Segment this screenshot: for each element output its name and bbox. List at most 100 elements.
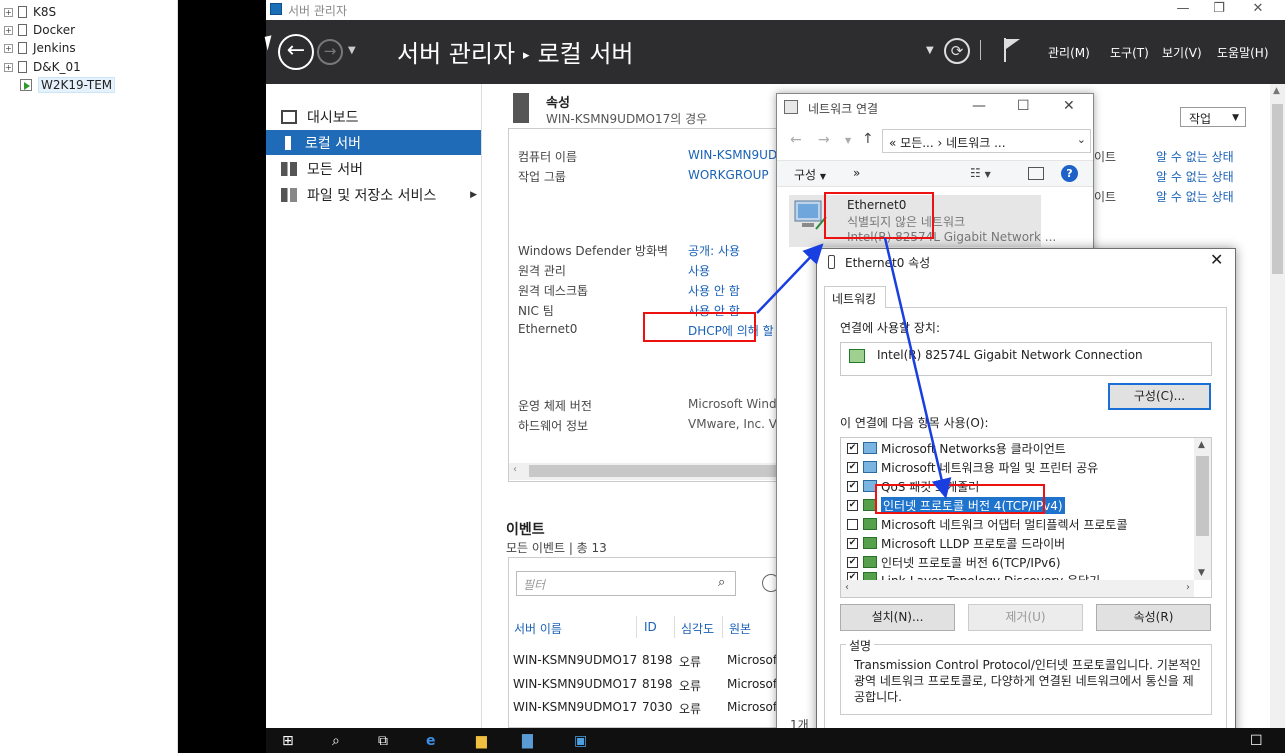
start-icon[interactable]: ⊞: [282, 733, 294, 749]
properties-button[interactable]: 속성(R): [1096, 604, 1211, 631]
device-name: Intel(R) 82574L Gigabit Network Connecti…: [877, 348, 1143, 362]
menu-help[interactable]: 도움말(H): [1217, 44, 1269, 61]
tasks-button[interactable]: 작업 ▼: [1180, 107, 1246, 127]
servers-icon: [281, 161, 297, 176]
scroll-thumb[interactable]: [1272, 104, 1283, 274]
prop-value-remote-mgmt[interactable]: 사용: [688, 262, 710, 279]
component-item[interactable]: ✔ Microsoft 네트워크용 파일 및 프린터 공유: [847, 458, 1098, 476]
menu-tools[interactable]: 도구(T): [1110, 44, 1149, 61]
prop-value-remote-desktop[interactable]: 사용 안 함: [688, 282, 740, 299]
folder-icon: [18, 6, 27, 18]
expand-icon[interactable]: +: [4, 25, 13, 35]
help-icon[interactable]: ?: [1061, 165, 1078, 182]
events-col-severity[interactable]: 심각도: [681, 620, 714, 637]
tree-item-jenkins[interactable]: + Jenkins: [4, 39, 76, 57]
nc-up-icon[interactable]: ↑: [862, 131, 874, 147]
checkbox[interactable]: ✔: [847, 572, 858, 580]
components-hscrollbar[interactable]: ‹ ›: [841, 580, 1194, 597]
checkbox[interactable]: ✔: [847, 442, 858, 454]
scroll-up-icon[interactable]: ▲: [1198, 440, 1205, 450]
nav-file-storage[interactable]: 파일 및 저장소 서비스 ▶: [266, 182, 481, 207]
preview-pane-icon[interactable]: [1028, 167, 1044, 180]
nc-back-icon[interactable]: ←: [790, 132, 802, 148]
notifications-flag-icon[interactable]: [1002, 38, 1022, 62]
back-button[interactable]: ←: [278, 34, 314, 70]
search-icon[interactable]: ⌕: [718, 575, 725, 590]
nav-all-servers[interactable]: 모든 서버: [266, 156, 481, 181]
checkbox[interactable]: ✔: [847, 499, 858, 511]
prop-right-status[interactable]: 알 수 없는 상태: [1156, 188, 1234, 205]
nc-forward-icon[interactable]: →: [818, 132, 830, 148]
server-manager-taskbar-icon[interactable]: ▇: [522, 733, 533, 749]
nc-history-icon[interactable]: ▼: [845, 136, 851, 145]
expand-icon[interactable]: +: [4, 62, 13, 72]
nc-maximize-button[interactable]: ☐: [1017, 98, 1030, 114]
nc-organize-menu[interactable]: 구성 ▼: [794, 166, 826, 183]
nc-address-bar[interactable]: « 모든... › 네트워크 ... ⌄: [882, 129, 1091, 153]
scroll-left-icon[interactable]: ‹: [845, 582, 849, 593]
prop-value-workgroup[interactable]: WORKGROUP: [688, 168, 769, 182]
scroll-thumb[interactable]: [529, 465, 777, 477]
checkbox[interactable]: ✔: [847, 556, 858, 568]
tab-networking[interactable]: 네트워킹: [824, 286, 886, 308]
events-col-server[interactable]: 서버 이름: [514, 620, 562, 637]
history-dropdown-icon[interactable]: ▼: [348, 45, 356, 56]
expand-icon[interactable]: +: [4, 7, 13, 17]
minimize-button[interactable]: —: [1168, 0, 1198, 20]
uninstall-button[interactable]: 제거(U): [968, 604, 1083, 631]
menu-view[interactable]: 보기(V): [1162, 44, 1202, 61]
nav-local-server[interactable]: 로컬 서버: [266, 130, 481, 155]
prop-right-status[interactable]: 알 수 없는 상태: [1156, 148, 1234, 165]
checkbox[interactable]: [847, 518, 858, 530]
close-button[interactable]: ✕: [1243, 0, 1273, 20]
component-item[interactable]: ✔ Microsoft Networks용 클라이언트: [847, 439, 1066, 457]
header-dropdown-icon[interactable]: ▼: [926, 45, 934, 56]
nc-minimize-button[interactable]: —: [972, 98, 986, 114]
component-item[interactable]: ✔Link-Layer Topology Discovery 응답기: [847, 572, 1100, 580]
network-connections-taskbar-icon[interactable]: ▣: [574, 733, 587, 749]
main-vscrollbar[interactable]: ▲: [1270, 84, 1285, 728]
file-explorer-icon[interactable]: ▆: [476, 733, 487, 749]
notification-icon[interactable]: ☐: [1250, 733, 1263, 749]
events-col-source[interactable]: 원본: [729, 620, 751, 637]
expand-arrow-icon[interactable]: ▶: [470, 190, 477, 200]
expand-icon[interactable]: +: [4, 43, 13, 53]
maximize-button[interactable]: ❐: [1204, 0, 1234, 20]
component-item[interactable]: Microsoft 네트워크 어댑터 멀티플렉서 프로토콜: [847, 515, 1128, 533]
properties-hscrollbar[interactable]: ‹: [509, 463, 777, 480]
dialog-close-icon[interactable]: ✕: [1210, 250, 1223, 269]
refresh-icon[interactable]: ⟳: [944, 38, 970, 64]
prop-value-firewall[interactable]: 공개: 사용: [688, 242, 740, 259]
prop-value-computer-name[interactable]: WIN-KSMN9UD: [688, 148, 777, 162]
prop-right-status[interactable]: 알 수 없는 상태: [1156, 168, 1234, 185]
scroll-thumb[interactable]: [1196, 456, 1209, 536]
search-icon[interactable]: ⌕: [332, 733, 340, 749]
nav-dashboard[interactable]: 대시보드: [266, 104, 481, 129]
tree-item-k8s[interactable]: + K8S: [4, 3, 56, 21]
scroll-down-icon[interactable]: ▼: [1198, 568, 1205, 578]
forward-button[interactable]: →: [317, 39, 343, 65]
task-view-icon[interactable]: ⧉: [378, 733, 388, 749]
view-options-icon[interactable]: ☷ ▼: [970, 166, 991, 180]
nc-close-button[interactable]: ✕: [1063, 98, 1075, 114]
checkbox[interactable]: ✔: [847, 461, 858, 473]
components-vscrollbar[interactable]: ▲ ▼: [1194, 438, 1211, 580]
tree-item-dk01[interactable]: + D&K_01: [4, 58, 81, 76]
nc-more-button[interactable]: »: [853, 166, 860, 180]
events-col-id[interactable]: ID: [644, 620, 657, 634]
scroll-up-icon[interactable]: ▲: [1273, 86, 1280, 96]
checkbox[interactable]: ✔: [847, 537, 858, 549]
install-button[interactable]: 설치(N)...: [840, 604, 955, 631]
chevron-down-icon[interactable]: ⌄: [1077, 133, 1086, 146]
internet-explorer-icon[interactable]: e: [426, 733, 436, 749]
scroll-left-icon[interactable]: ‹: [513, 464, 517, 475]
checkbox[interactable]: ✔: [847, 480, 858, 492]
tree-item-selected-vm[interactable]: W2K19-TEM: [20, 76, 116, 94]
component-item[interactable]: ✔ Microsoft LLDP 프로토콜 드라이버: [847, 534, 1065, 552]
component-item[interactable]: ✔ 인터넷 프로토콜 버전 6(TCP/IPv6): [847, 553, 1061, 571]
events-filter-input[interactable]: 필터: [516, 571, 736, 596]
tree-item-docker[interactable]: + Docker: [4, 21, 75, 39]
configure-button[interactable]: 구성(C)...: [1108, 383, 1211, 410]
menu-manage[interactable]: 관리(M): [1048, 44, 1090, 61]
scroll-right-icon[interactable]: ›: [1186, 582, 1190, 593]
